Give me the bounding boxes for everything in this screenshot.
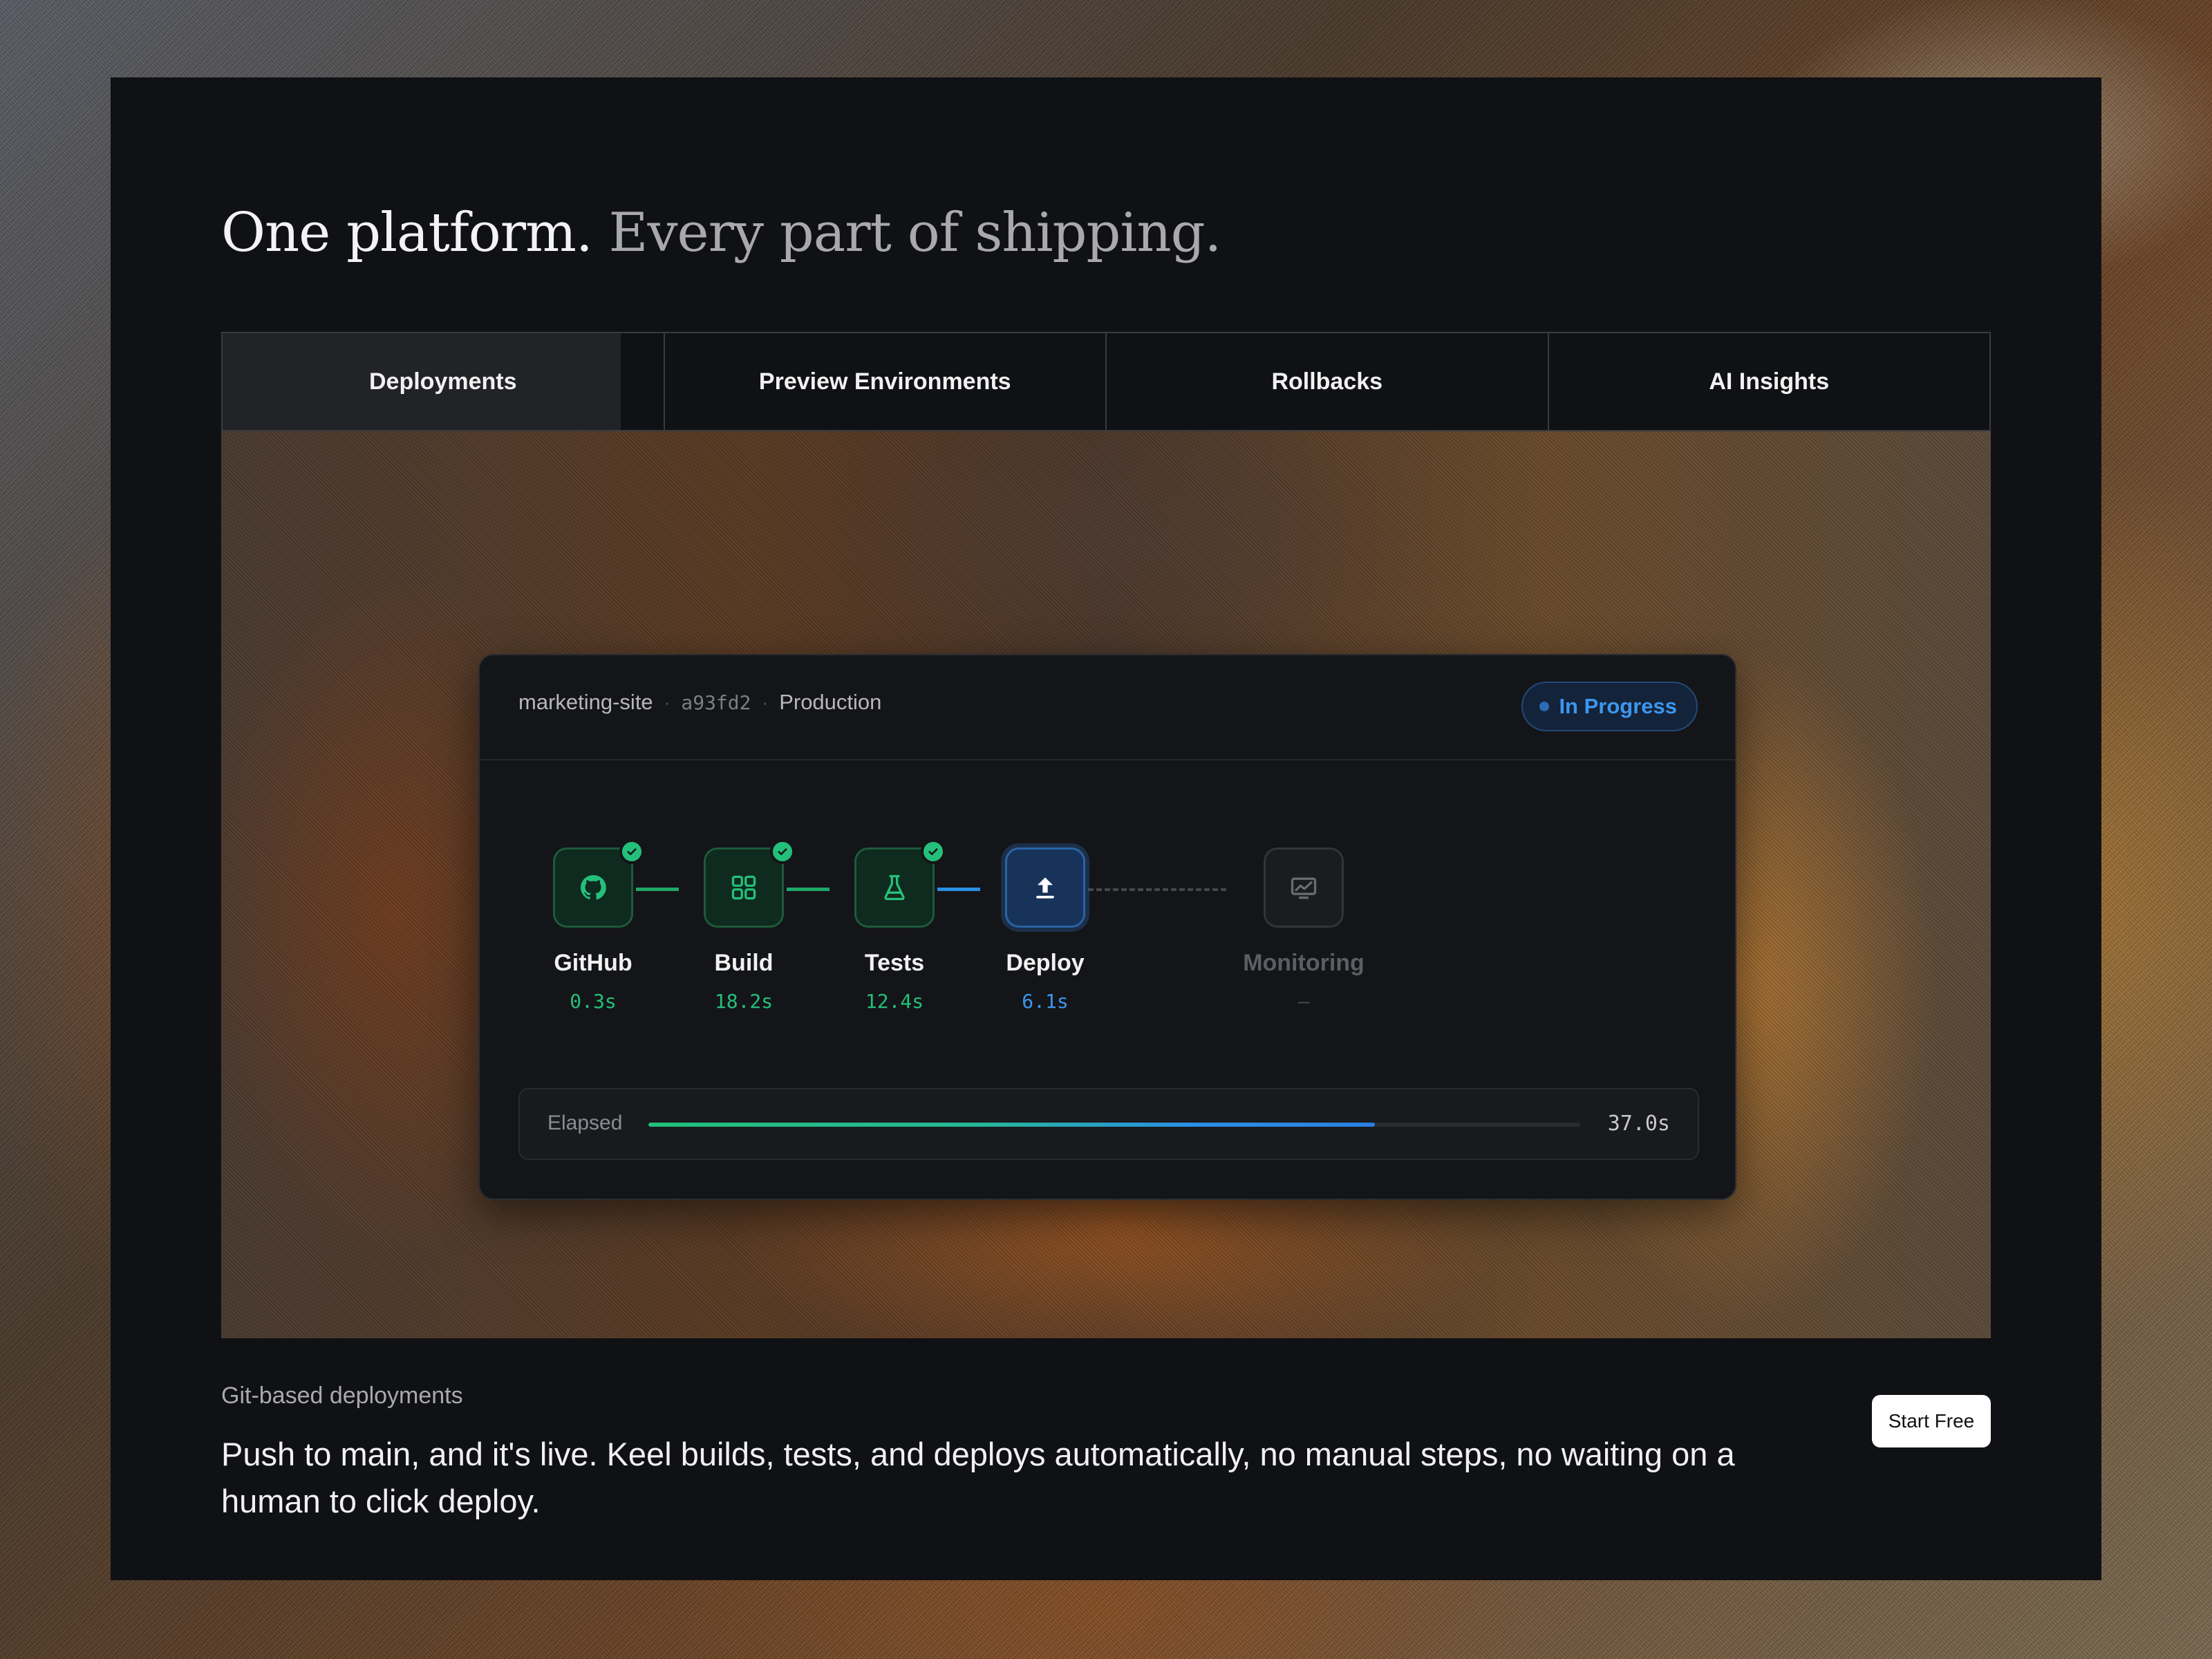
feature-tabs: Deployments Preview Environments Rollbac… xyxy=(221,332,1991,431)
tab-label: AI Insights xyxy=(1709,368,1830,395)
step-box xyxy=(1264,847,1344,928)
pipeline-steps: GitHub 0.3s Build 18.2s Tests 12.4s Depl… xyxy=(480,655,1735,1105)
headline-strong: One platform. xyxy=(221,202,593,264)
progress-fill xyxy=(648,1123,1376,1127)
elapsed-label: Elapsed xyxy=(547,1112,623,1134)
step-duration: 18.2s xyxy=(714,990,774,1013)
checkmark-icon xyxy=(921,839,946,864)
step-duration: 12.4s xyxy=(865,990,924,1013)
tab-rollbacks[interactable]: Rollbacks xyxy=(1105,333,1548,430)
flask-icon xyxy=(884,874,905,901)
step-name: Tests xyxy=(864,950,925,976)
checkmark-icon xyxy=(619,839,644,864)
elapsed-bar: Elapsed 37.0s xyxy=(518,1088,1699,1160)
step-box xyxy=(1005,847,1085,928)
grid-icon xyxy=(731,875,756,900)
tab-label: Rollbacks xyxy=(1271,368,1383,395)
tab-panel-showcase: marketing-site · a93fd2 · Production In … xyxy=(221,431,1991,1338)
start-free-button[interactable]: Start Free xyxy=(1872,1395,1991,1447)
monitor-chart-icon xyxy=(1291,877,1317,899)
connector-tests-deploy xyxy=(937,888,980,891)
tab-label: Preview Environments xyxy=(758,368,1011,395)
step-box xyxy=(704,847,784,928)
upload-icon xyxy=(1036,877,1054,899)
step-box xyxy=(854,847,935,928)
connector-github-build xyxy=(636,888,679,891)
step-name: Monitoring xyxy=(1243,950,1365,976)
checkmark-icon xyxy=(770,839,795,864)
step-box xyxy=(553,847,633,928)
step-name: GitHub xyxy=(554,950,632,976)
progress-track xyxy=(648,1123,1580,1127)
github-icon xyxy=(581,875,606,900)
feature-eyebrow: Git-based deployments xyxy=(221,1382,463,1409)
step-duration: 6.1s xyxy=(1022,990,1069,1013)
step-duration: 0.3s xyxy=(570,990,617,1013)
step-name: Deploy xyxy=(1006,950,1085,976)
tab-preview-environments[interactable]: Preview Environments xyxy=(663,333,1106,430)
step-duration: – xyxy=(1297,990,1310,1013)
tab-label: Deployments xyxy=(369,368,517,395)
connector-deploy-monitoring xyxy=(1088,888,1226,891)
tab-ai-insights[interactable]: AI Insights xyxy=(1547,333,1990,430)
tab-deployments[interactable]: Deployments xyxy=(223,333,664,430)
headline-muted: Every part of shipping. xyxy=(608,202,1222,264)
step-name: Build xyxy=(714,950,774,976)
page-title: One platform. Every part of shipping. xyxy=(221,202,1221,264)
connector-build-tests xyxy=(787,888,830,891)
elapsed-value: 37.0s xyxy=(1607,1112,1670,1136)
deployment-card: marketing-site · a93fd2 · Production In … xyxy=(478,654,1736,1200)
feature-description: Push to main, and it's live. Keel builds… xyxy=(221,1436,1735,1519)
feature-section: One platform. Every part of shipping. De… xyxy=(111,77,2101,1580)
